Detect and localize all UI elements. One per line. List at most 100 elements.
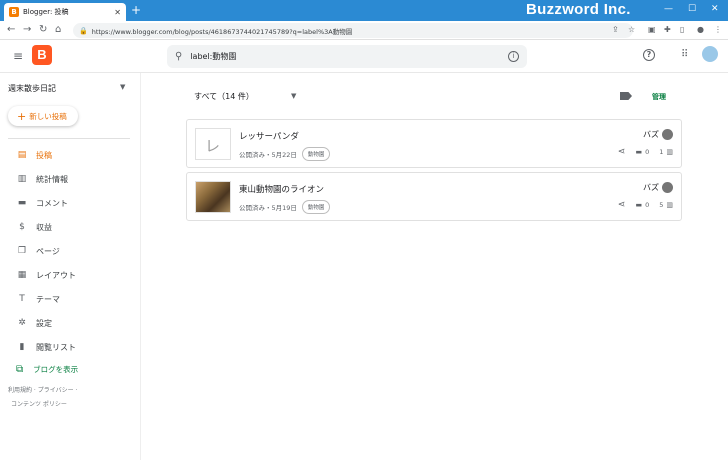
- tab-title: Blogger: 投稿: [23, 8, 69, 16]
- blogger-favicon-icon: B: [9, 7, 19, 17]
- help-icon[interactable]: ?: [643, 49, 655, 61]
- sidebar-menu: ▤ 投稿 ▥ 統計情報 ▬ コメント $ 収益 ❐ ページ ▦ レイアウト T …: [0, 143, 141, 359]
- layout-icon: ▦: [17, 270, 27, 280]
- url-text: https://www.blogger.com/blog/posts/46186…: [91, 27, 353, 36]
- plus-icon: +: [17, 109, 27, 123]
- forward-icon[interactable]: →: [23, 24, 31, 35]
- post-row[interactable]: レ レッサーパンダ 公開済み・5月22日 動物園 バズ ⋖ ▬ 0 1 ▥: [186, 119, 682, 168]
- post-author: バズ: [643, 129, 673, 140]
- sidebar-item-label: コメント: [36, 198, 68, 208]
- comment-count: 0: [645, 201, 650, 209]
- manage-button[interactable]: 管理: [652, 92, 666, 102]
- post-thumbnail: [195, 181, 231, 213]
- views-chart-icon: ▥: [666, 201, 673, 209]
- footer-links[interactable]: 利用規約 · プライバシー ·: [8, 385, 77, 394]
- browser-titlebar: B Blogger: 投稿 ✕ + Buzzword Inc. — ☐ ✕: [0, 0, 728, 21]
- bookmark-star-icon[interactable]: ☆: [628, 25, 635, 34]
- comment-icon: ▬: [17, 198, 27, 208]
- author-name: バズ: [643, 130, 659, 139]
- sidebar-item-stats[interactable]: ▥ 統計情報: [0, 167, 141, 191]
- view-blog-link[interactable]: ⧉ ブログを表示: [16, 364, 78, 375]
- view-count: 5: [659, 201, 664, 209]
- new-tab-button[interactable]: +: [131, 4, 141, 16]
- comment-count-icon: ▬: [635, 148, 643, 156]
- sidepanel-icon[interactable]: ▯: [680, 25, 684, 34]
- sidebar-item-layout[interactable]: ▦ レイアウト: [0, 263, 141, 287]
- sidebar-item-pages[interactable]: ❐ ページ: [0, 239, 141, 263]
- share-icon[interactable]: ⋖: [618, 200, 626, 210]
- blogger-logo[interactable]: B: [32, 45, 52, 65]
- sidebar-item-label: レイアウト: [36, 270, 76, 280]
- avatar[interactable]: [702, 46, 718, 62]
- post-label-chip[interactable]: 動物園: [301, 200, 331, 214]
- post-title[interactable]: 東山動物園のライオン: [239, 183, 324, 195]
- content-policy-link[interactable]: コンテンツ ポリシー: [11, 399, 67, 408]
- hamburger-menu-icon[interactable]: ≡: [13, 50, 23, 62]
- sidebar-item-label: ページ: [36, 246, 60, 256]
- maximize-icon[interactable]: ☐: [688, 4, 696, 14]
- sidebar-item-earnings[interactable]: $ 収益: [0, 215, 141, 239]
- extension-icon[interactable]: ▣: [648, 25, 656, 34]
- home-icon[interactable]: ⌂: [55, 24, 61, 35]
- view-blog-label: ブログを表示: [33, 365, 79, 374]
- apps-grid-icon[interactable]: ⠿: [681, 50, 688, 60]
- post-meta: 公開済み・5月22日 動物園: [239, 147, 331, 161]
- view-count: 1: [659, 148, 664, 156]
- blog-chevron-down-icon[interactable]: ▼: [120, 83, 125, 91]
- back-icon[interactable]: ←: [7, 24, 15, 35]
- puzzle-icon[interactable]: ✚: [664, 25, 671, 34]
- url-field[interactable]: 🔒 https://www.blogger.com/blog/posts/461…: [73, 23, 633, 38]
- bookmark-icon: ▮: [19, 342, 25, 352]
- post-filter-select[interactable]: すべて（14 件）: [194, 91, 254, 102]
- posts-icon: ▤: [17, 150, 27, 160]
- sidebar-item-theme[interactable]: T テーマ: [0, 287, 141, 311]
- sidebar-item-label: 設定: [36, 318, 52, 328]
- new-post-label: 新しい投稿: [29, 111, 67, 121]
- post-label-chip[interactable]: 動物園: [301, 147, 331, 161]
- views-chart-icon: ▥: [666, 148, 673, 156]
- thumbnail-letter: レ: [205, 137, 221, 155]
- lock-icon: 🔒: [79, 26, 88, 35]
- share-icon[interactable]: ⋖: [618, 147, 626, 157]
- profile-icon[interactable]: ●: [697, 25, 704, 34]
- comment-count: 0: [645, 148, 650, 156]
- pages-icon: ❐: [17, 246, 27, 256]
- blog-name[interactable]: 週末散歩日記: [8, 83, 56, 94]
- sidebar-item-label: 統計情報: [36, 174, 68, 184]
- tab-close-icon[interactable]: ✕: [114, 8, 121, 17]
- gear-icon: ✲: [18, 318, 26, 328]
- window-close-icon[interactable]: ✕: [711, 4, 719, 14]
- comment-count-icon: ▬: [635, 201, 643, 209]
- search-bar[interactable]: ⚲ label:動物園 i: [167, 45, 527, 68]
- sidebar: 週末散歩日記 ▼ + 新しい投稿 ▤ 投稿 ▥ 統計情報 ▬ コメント $ 収益…: [0, 73, 141, 460]
- address-bar-row: ← → ↻ ⌂ 🔒 https://www.blogger.com/blog/p…: [0, 21, 728, 40]
- author-name: バズ: [643, 183, 659, 192]
- new-post-button[interactable]: + 新しい投稿: [8, 106, 78, 126]
- browser-tab[interactable]: B Blogger: 投稿 ✕: [4, 3, 126, 21]
- reload-icon[interactable]: ↻: [39, 24, 47, 35]
- post-author: バズ: [643, 182, 673, 193]
- sidebar-item-label: 閲覧リスト: [36, 342, 76, 352]
- menu-dots-icon[interactable]: ⋮: [714, 25, 722, 34]
- search-icon: ⚲: [175, 51, 183, 62]
- post-status: 公開済み・5月19日: [239, 204, 297, 212]
- post-thumbnail: レ: [195, 128, 231, 160]
- post-meta: 公開済み・5月19日 動物園: [239, 200, 331, 214]
- minimize-icon[interactable]: —: [664, 4, 673, 14]
- sidebar-item-settings[interactable]: ✲ 設定: [0, 311, 141, 335]
- share-page-icon[interactable]: ⇪: [612, 25, 619, 34]
- post-title[interactable]: レッサーパンダ: [239, 130, 299, 142]
- sidebar-item-posts[interactable]: ▤ 投稿: [0, 143, 141, 167]
- brand-overlay: Buzzword Inc.: [526, 1, 631, 18]
- label-icon[interactable]: [620, 92, 632, 100]
- divider: [8, 138, 130, 139]
- filter-chevron-down-icon[interactable]: ▼: [291, 92, 296, 100]
- open-external-icon: ⧉: [16, 364, 24, 375]
- search-input[interactable]: label:動物園: [190, 51, 508, 62]
- post-row[interactable]: 東山動物園のライオン 公開済み・5月19日 動物園 バズ ⋖ ▬ 0 5 ▥: [186, 172, 682, 221]
- search-info-icon[interactable]: i: [508, 51, 519, 62]
- sidebar-item-comments[interactable]: ▬ コメント: [0, 191, 141, 215]
- stats-icon: ▥: [17, 174, 27, 184]
- sidebar-item-reading-list[interactable]: ▮ 閲覧リスト: [0, 335, 141, 359]
- theme-icon: T: [19, 294, 25, 304]
